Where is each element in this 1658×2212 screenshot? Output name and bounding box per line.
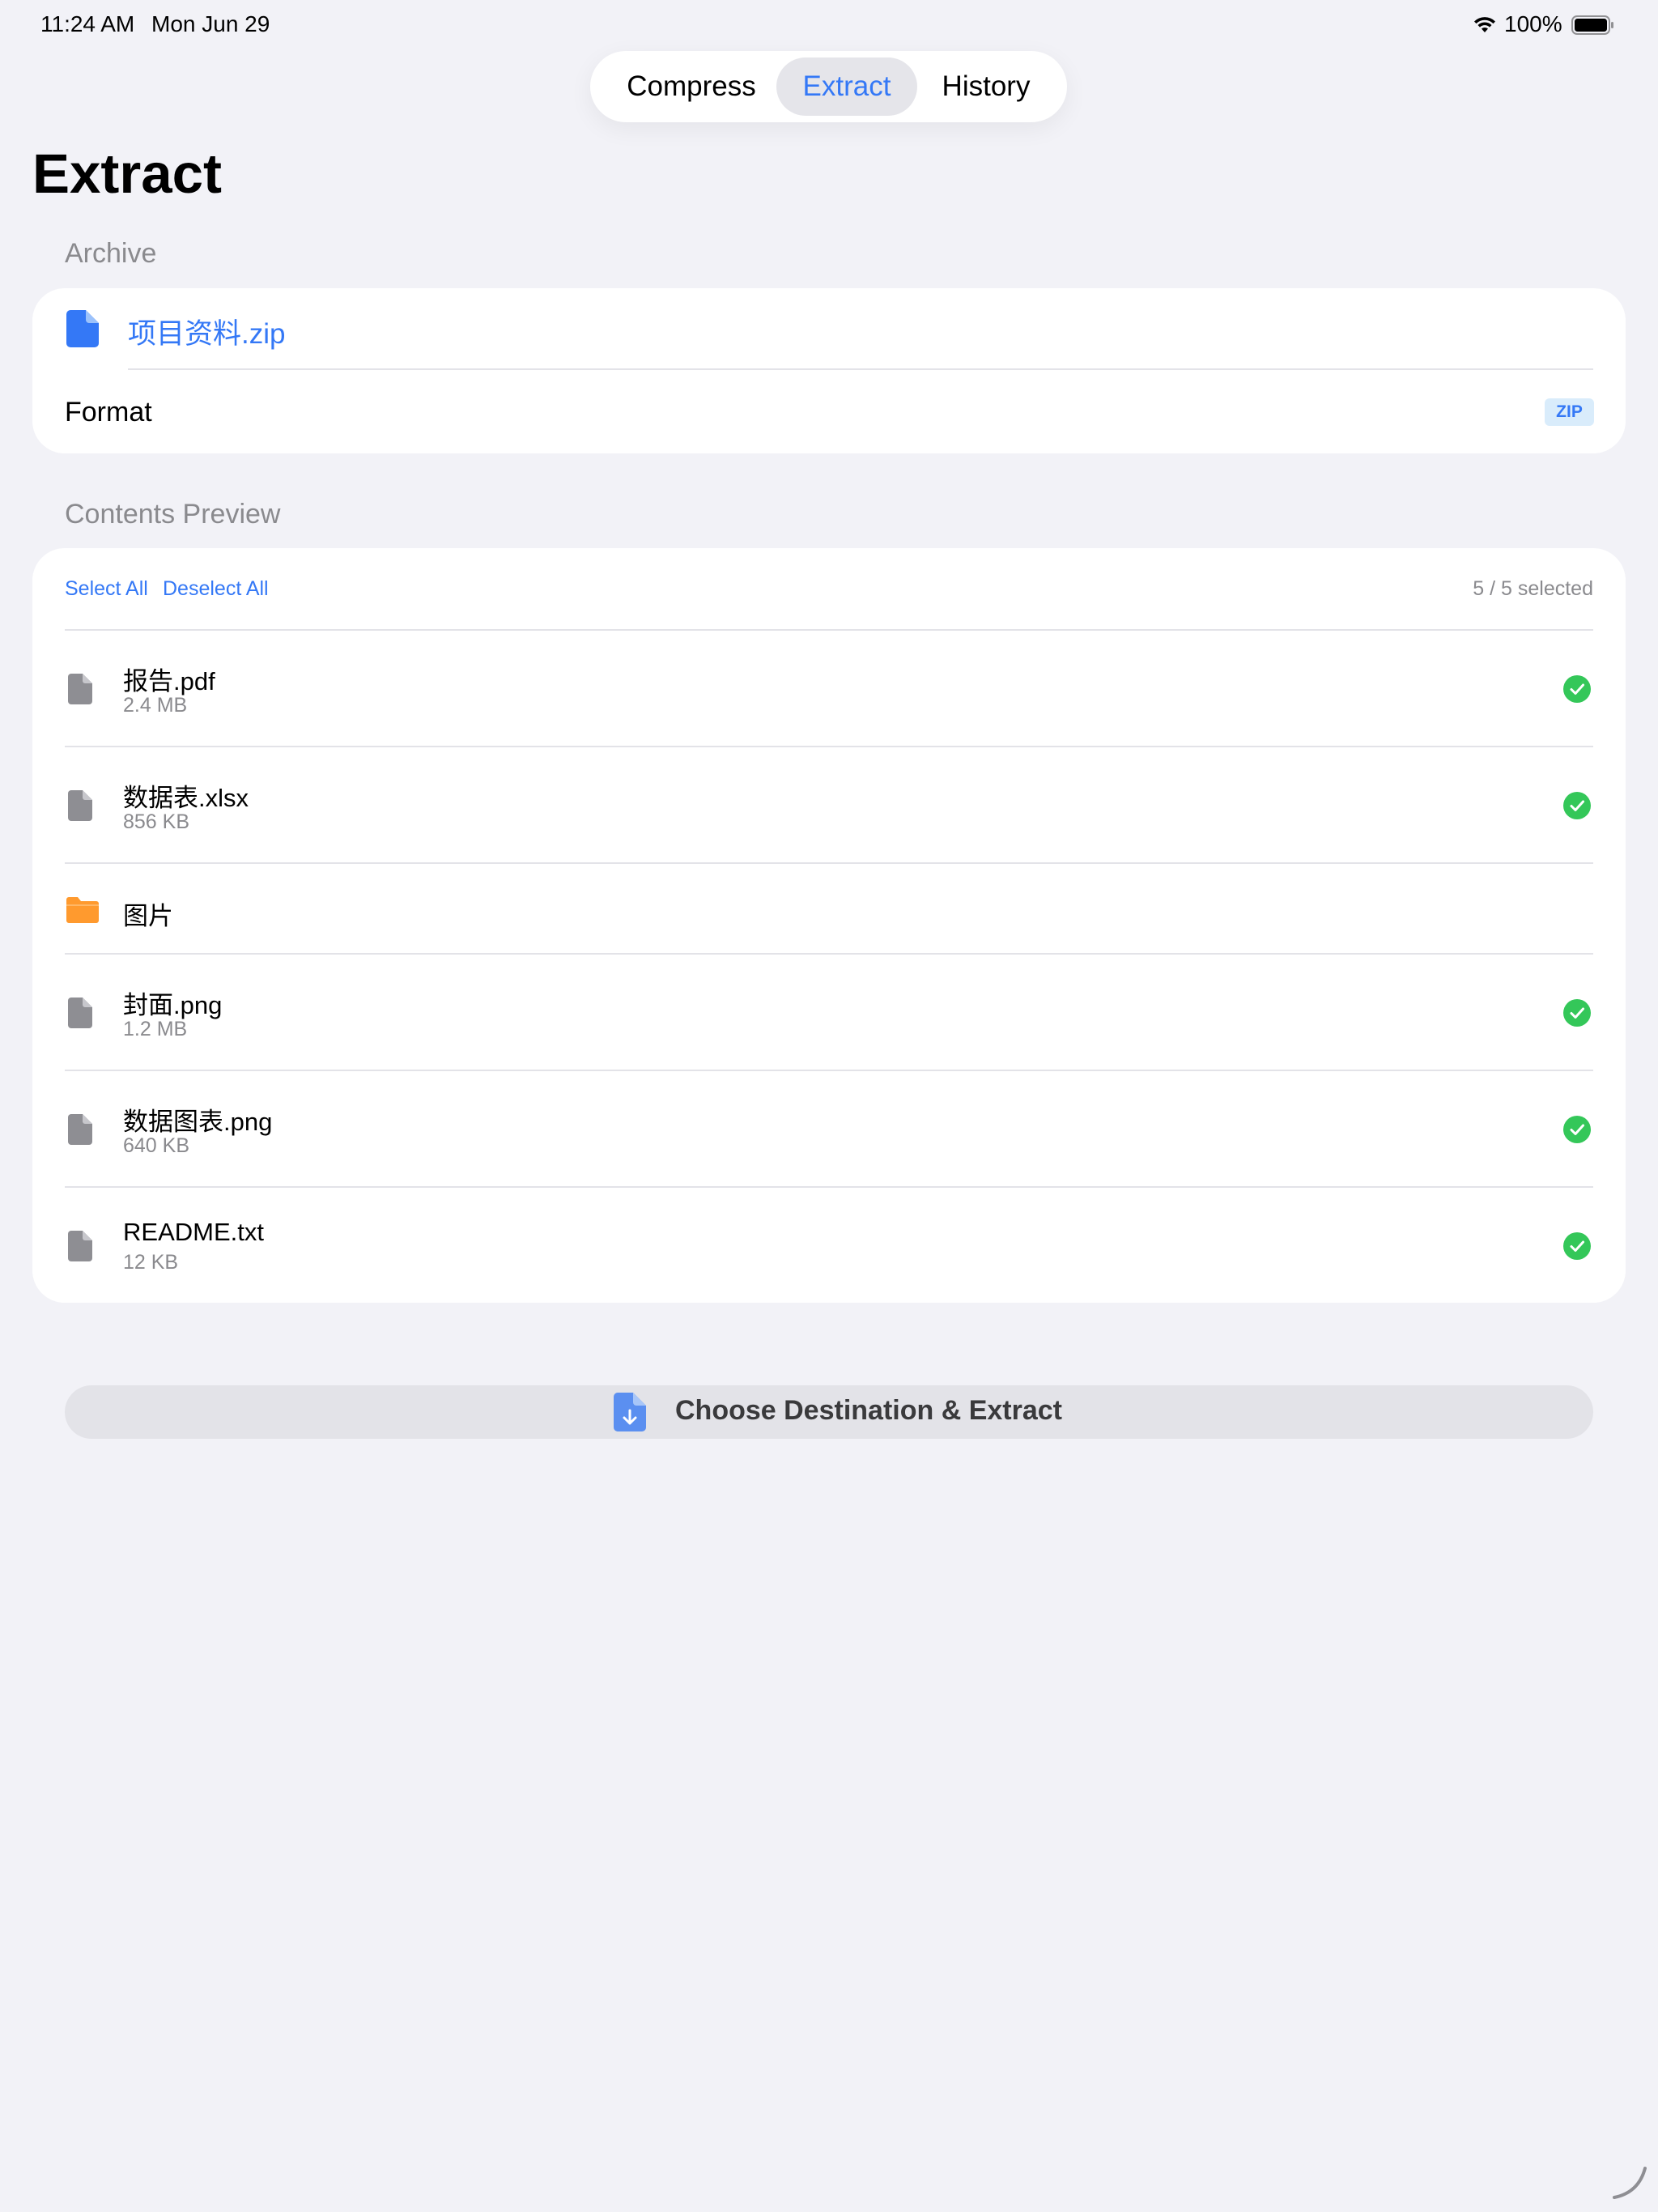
doc-icon [68, 1114, 92, 1149]
tab-compress[interactable]: Compress [605, 57, 778, 116]
archive-section-label: Archive [65, 238, 157, 269]
select-all-button[interactable]: Select All [65, 577, 148, 601]
checkmark-circle-icon[interactable] [1563, 792, 1591, 823]
doc-fill-icon [66, 310, 99, 351]
file-name[interactable]: 封面.png [123, 985, 222, 1021]
file-size: 856 KB [123, 810, 190, 833]
format-badge: ZIP [1545, 398, 1594, 426]
file-size: 640 KB [123, 1134, 190, 1157]
divider [65, 1070, 1593, 1071]
status-time: 11:24 AM [40, 11, 135, 36]
divider [65, 862, 1593, 864]
extract-button-label: Choose Destination & Extract [675, 1395, 1062, 1426]
doc-icon [68, 1231, 92, 1266]
checkmark-circle-icon[interactable] [1563, 1116, 1591, 1147]
archive-file-name[interactable]: 项目资料.zip [128, 311, 285, 352]
resize-handle-icon[interactable] [1611, 2163, 1648, 2205]
page-title: Extract [32, 143, 222, 205]
folder-name[interactable]: 图片 [123, 895, 173, 932]
file-size: 12 KB [123, 1251, 179, 1274]
doc-icon [68, 790, 92, 825]
file-size: 1.2 MB [123, 1018, 188, 1040]
divider [65, 629, 1593, 631]
doc-icon [68, 674, 92, 708]
divider [128, 368, 1593, 370]
file-size: 2.4 MB [123, 694, 188, 717]
checkmark-circle-icon[interactable] [1563, 999, 1591, 1031]
battery-percent: 100% [1504, 11, 1562, 36]
file-name[interactable]: 报告.pdf [123, 661, 215, 697]
checkmark-circle-icon[interactable] [1563, 675, 1591, 707]
doc-icon [68, 998, 92, 1032]
file-name[interactable]: 数据图表.png [123, 1101, 272, 1138]
doc-arrow-down-icon [614, 1393, 646, 1436]
folder-icon [66, 897, 99, 927]
deselect-all-button[interactable]: Deselect All [163, 577, 269, 601]
contents-section-label: Contents Preview [65, 499, 281, 530]
segmented-control: Compress Extract History [590, 51, 1067, 122]
wifi-icon [1472, 15, 1498, 38]
checkmark-circle-icon[interactable] [1563, 1232, 1591, 1264]
selection-count: 5 / 5 selected [1473, 577, 1593, 600]
contents-card [32, 548, 1626, 1303]
tab-history[interactable]: History [917, 57, 1055, 116]
divider [65, 1186, 1593, 1188]
format-label: Format [65, 397, 152, 428]
battery-icon [1571, 15, 1615, 40]
divider [65, 953, 1593, 955]
file-name[interactable]: 数据表.xlsx [123, 777, 249, 814]
divider [65, 746, 1593, 747]
tab-extract[interactable]: Extract [776, 57, 917, 116]
status-date: Mon Jun 29 [151, 11, 270, 36]
file-name[interactable]: README.txt [123, 1218, 264, 1247]
